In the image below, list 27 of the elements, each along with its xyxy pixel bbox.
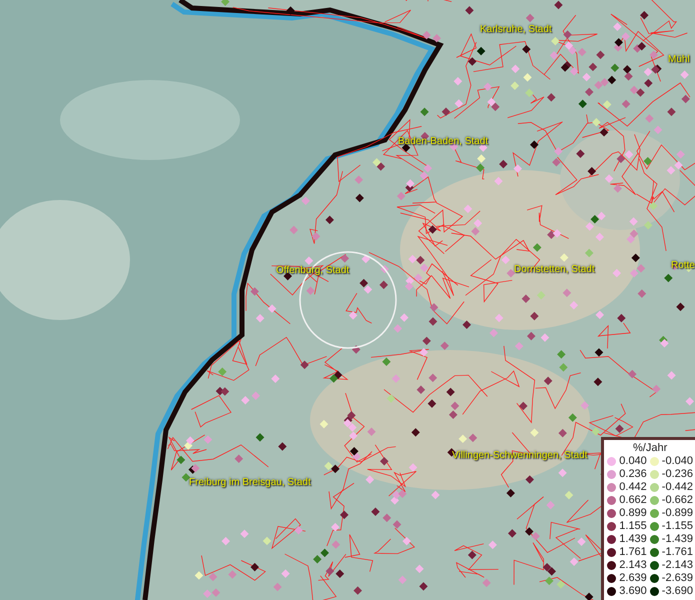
legend-value: 0.899	[619, 507, 647, 520]
legend-value: -0.236	[662, 468, 693, 481]
legend-value: -0.040	[662, 455, 693, 468]
legend-value: 1.439	[619, 533, 647, 546]
place-label: Freiburg im Breisgau, Stadt	[189, 477, 311, 489]
legend-value: -1.439	[662, 533, 693, 546]
legend-value: 1.761	[619, 546, 647, 559]
legend-value: 2.639	[619, 572, 647, 585]
legend-value: -1.761	[662, 546, 693, 559]
legend-value: 2.143	[619, 559, 647, 572]
legend-value: 1.155	[619, 520, 647, 533]
legend-value: -1.155	[662, 520, 693, 533]
legend-value: 0.040	[619, 455, 647, 468]
place-label: Mühl	[668, 54, 690, 66]
legend-value: -2.639	[662, 572, 693, 585]
legend-value: -0.662	[662, 494, 693, 507]
legend-value: -3.690	[662, 585, 693, 598]
legend-value: 3.690	[619, 585, 647, 598]
legend-value: 0.236	[619, 468, 647, 481]
legend-title: %/Jahr	[632, 441, 668, 455]
legend-value: -0.899	[662, 507, 693, 520]
place-label: Karlsruhe, Stadt	[480, 24, 552, 36]
legend-value: -2.143	[662, 559, 693, 572]
legend-value: 0.442	[619, 481, 647, 494]
place-label: Rotte	[671, 260, 695, 272]
legend-value: -0.442	[662, 481, 693, 494]
legend-value: 0.662	[619, 494, 647, 507]
